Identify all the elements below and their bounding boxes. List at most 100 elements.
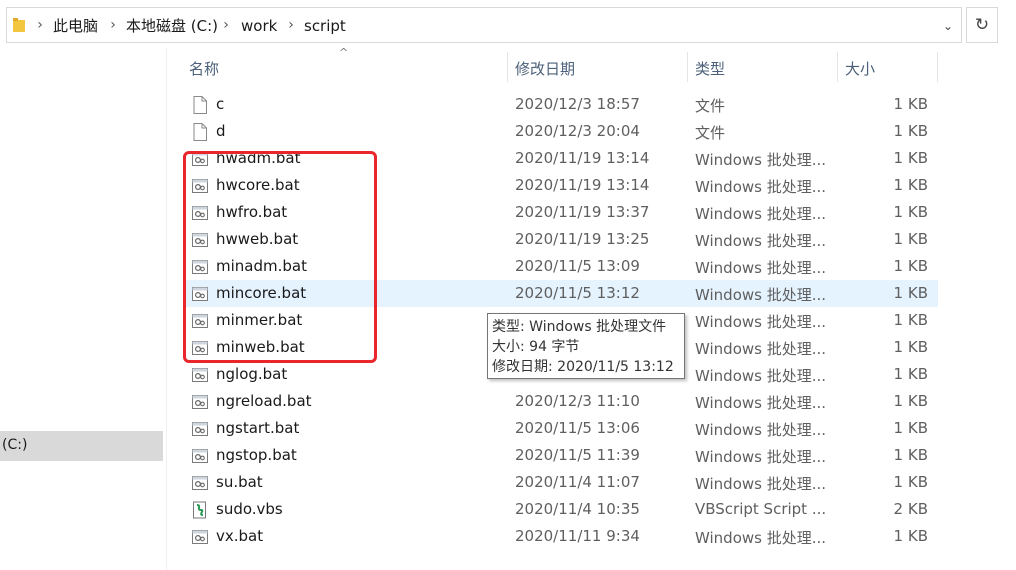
breadcrumb-separator-icon[interactable]: ›: [108, 17, 118, 33]
pane-divider[interactable]: [166, 48, 167, 570]
breadcrumb-work[interactable]: work: [241, 16, 277, 36]
file-size: 1 KB: [893, 149, 928, 167]
file-row[interactable]: ngstop.bat 2020/11/5 11:39 Windows 批处理... 1…: [184, 442, 938, 469]
file-type: Windows 批处理...: [695, 259, 827, 277]
file-type: Windows 批处理...: [695, 178, 827, 196]
file-row[interactable]: hwfro.bat 2020/11/19 13:37 Windows 批处理... 1…: [184, 199, 938, 226]
refresh-button[interactable]: ↻: [966, 7, 998, 43]
file-modified-date: 2020/11/5 11:39: [515, 446, 640, 464]
file-name: hwcore.bat: [216, 176, 300, 194]
file-size: 1 KB: [893, 446, 928, 464]
file-modified-date: 2020/12/3 20:04: [515, 122, 640, 140]
file-modified-date: 2020/11/5 13:06: [515, 419, 640, 437]
tooltip-type: 类型: Windows 批处理文件: [492, 319, 667, 335]
file-size: 1 KB: [893, 203, 928, 221]
column-divider[interactable]: [837, 52, 838, 82]
file-modified-date: 2020/11/19 13:37: [515, 203, 650, 221]
file-modified-date: 2020/11/11 9:34: [515, 527, 640, 545]
breadcrumb-this-pc[interactable]: 此电脑: [53, 16, 98, 36]
file-row[interactable]: hwcore.bat 2020/11/19 13:14 Windows 批处理...…: [184, 172, 938, 199]
breadcrumb-separator-icon[interactable]: ›: [221, 17, 231, 33]
file-row[interactable]: d 2020/12/3 20:04 文件 1 KB: [184, 118, 938, 145]
file-size: 1 KB: [893, 230, 928, 248]
file-type: Windows 批处理...: [695, 475, 827, 493]
folder-icon: [13, 18, 25, 32]
file-type: Windows 批处理...: [695, 232, 827, 250]
file-name: hwfro.bat: [216, 203, 288, 221]
batch-file-icon: [192, 258, 208, 276]
batch-file-icon: [192, 447, 208, 465]
file-type: 文件: [695, 124, 726, 142]
file-row[interactable]: minadm.bat 2020/11/5 13:09 Windows 批处理... 1…: [184, 253, 938, 280]
file-size: 1 KB: [893, 311, 928, 329]
file-type: Windows 批处理...: [695, 151, 827, 169]
batch-file-icon: [192, 339, 208, 357]
column-header-type[interactable]: 类型: [695, 58, 725, 79]
file-name: mincore.bat: [216, 284, 307, 302]
file-row[interactable]: hwadm.bat 2020/11/19 13:14 Windows 批处理... 1…: [184, 145, 938, 172]
file-name: ngreload.bat: [216, 392, 312, 410]
file-name: hwweb.bat: [216, 230, 299, 248]
file-row[interactable]: mincore.bat 2020/11/5 13:12 Windows 批处理...…: [184, 280, 938, 307]
chevron-down-icon[interactable]: ⌄: [937, 18, 959, 34]
file-name: minadm.bat: [216, 257, 307, 275]
tooltip-modified: 修改日期: 2020/11/5 13:12: [492, 359, 674, 375]
file-info-tooltip: 类型: Windows 批处理文件 大小: 94 字节 修改日期: 2020/1…: [487, 313, 685, 379]
nav-item-local-disk[interactable]: (C:): [0, 431, 163, 461]
file-modified-date: 2020/12/3 18:57: [515, 95, 640, 113]
file-type: Windows 批处理...: [695, 367, 827, 385]
file-type: VBScript Script ...: [695, 500, 827, 518]
batch-file-icon: [192, 285, 208, 303]
file-row[interactable]: ngstart.bat 2020/11/5 13:06 Windows 批处理...…: [184, 415, 938, 442]
file-size: 1 KB: [893, 257, 928, 275]
refresh-icon: ↻: [974, 15, 990, 35]
file-modified-date: 2020/11/5 13:12: [515, 284, 640, 302]
breadcrumb-separator-icon[interactable]: ›: [286, 17, 296, 33]
file-modified-date: 2020/11/4 10:35: [515, 500, 640, 518]
file-size: 2 KB: [893, 500, 928, 518]
file-row[interactable]: hwweb.bat 2020/11/19 13:25 Windows 批处理... 1…: [184, 226, 938, 253]
batch-file-icon: [192, 528, 208, 546]
vbscript-file-icon: [192, 501, 208, 519]
file-row[interactable]: c 2020/12/3 18:57 文件 1 KB: [184, 91, 938, 118]
file-name: vx.bat: [216, 527, 264, 545]
batch-file-icon: [192, 312, 208, 330]
file-row[interactable]: su.bat 2020/11/4 11:07 Windows 批处理... 1 KB: [184, 469, 938, 496]
address-bar[interactable]: › 此电脑 › 本地磁盘 (C:) › work › script ⌄: [6, 7, 962, 43]
breadcrumb-separator-icon[interactable]: ›: [35, 17, 45, 33]
batch-file-icon: [192, 393, 208, 411]
navigation-pane: [0, 48, 166, 570]
column-header-size[interactable]: 大小: [845, 58, 875, 79]
tooltip-size: 大小: 94 字节: [492, 339, 580, 355]
file-name: ngstop.bat: [216, 446, 297, 464]
address-bar-row: › 此电脑 › 本地磁盘 (C:) › work › script ⌄ ↻: [0, 0, 1016, 48]
column-divider[interactable]: [507, 52, 508, 82]
file-type: Windows 批处理...: [695, 313, 827, 331]
file-name: ngstart.bat: [216, 419, 300, 437]
file-icon: [192, 123, 208, 141]
breadcrumb-local-disk[interactable]: 本地磁盘 (C:): [126, 16, 218, 36]
file-type: Windows 批处理...: [695, 421, 827, 439]
file-modified-date: 2020/11/19 13:14: [515, 176, 650, 194]
column-header-row: ^ 名称 修改日期 类型 大小: [167, 46, 1016, 86]
file-name: nglog.bat: [216, 365, 288, 383]
file-type: Windows 批处理...: [695, 529, 827, 547]
column-divider[interactable]: [937, 52, 938, 82]
column-divider[interactable]: [687, 52, 688, 82]
column-header-name[interactable]: 名称: [189, 58, 219, 79]
file-size: 1 KB: [893, 95, 928, 113]
file-type: Windows 批处理...: [695, 205, 827, 223]
file-row[interactable]: sudo.vbs 2020/11/4 10:35 VBScript Script .…: [184, 496, 938, 523]
file-modified-date: 2020/11/19 13:25: [515, 230, 650, 248]
file-size: 1 KB: [893, 176, 928, 194]
nav-item-label: (C:): [2, 437, 28, 453]
file-name: minweb.bat: [216, 338, 305, 356]
file-modified-date: 2020/11/5 13:09: [515, 257, 640, 275]
file-row[interactable]: ngreload.bat 2020/12/3 11:10 Windows 批处理..…: [184, 388, 938, 415]
breadcrumb-script[interactable]: script: [304, 16, 346, 36]
file-type: Windows 批处理...: [695, 394, 827, 412]
file-row[interactable]: vx.bat 2020/11/11 9:34 Windows 批处理... 1 KB: [184, 523, 938, 550]
batch-file-icon: [192, 231, 208, 249]
column-header-date[interactable]: 修改日期: [515, 58, 575, 79]
file-modified-date: 2020/12/3 11:10: [515, 392, 640, 410]
